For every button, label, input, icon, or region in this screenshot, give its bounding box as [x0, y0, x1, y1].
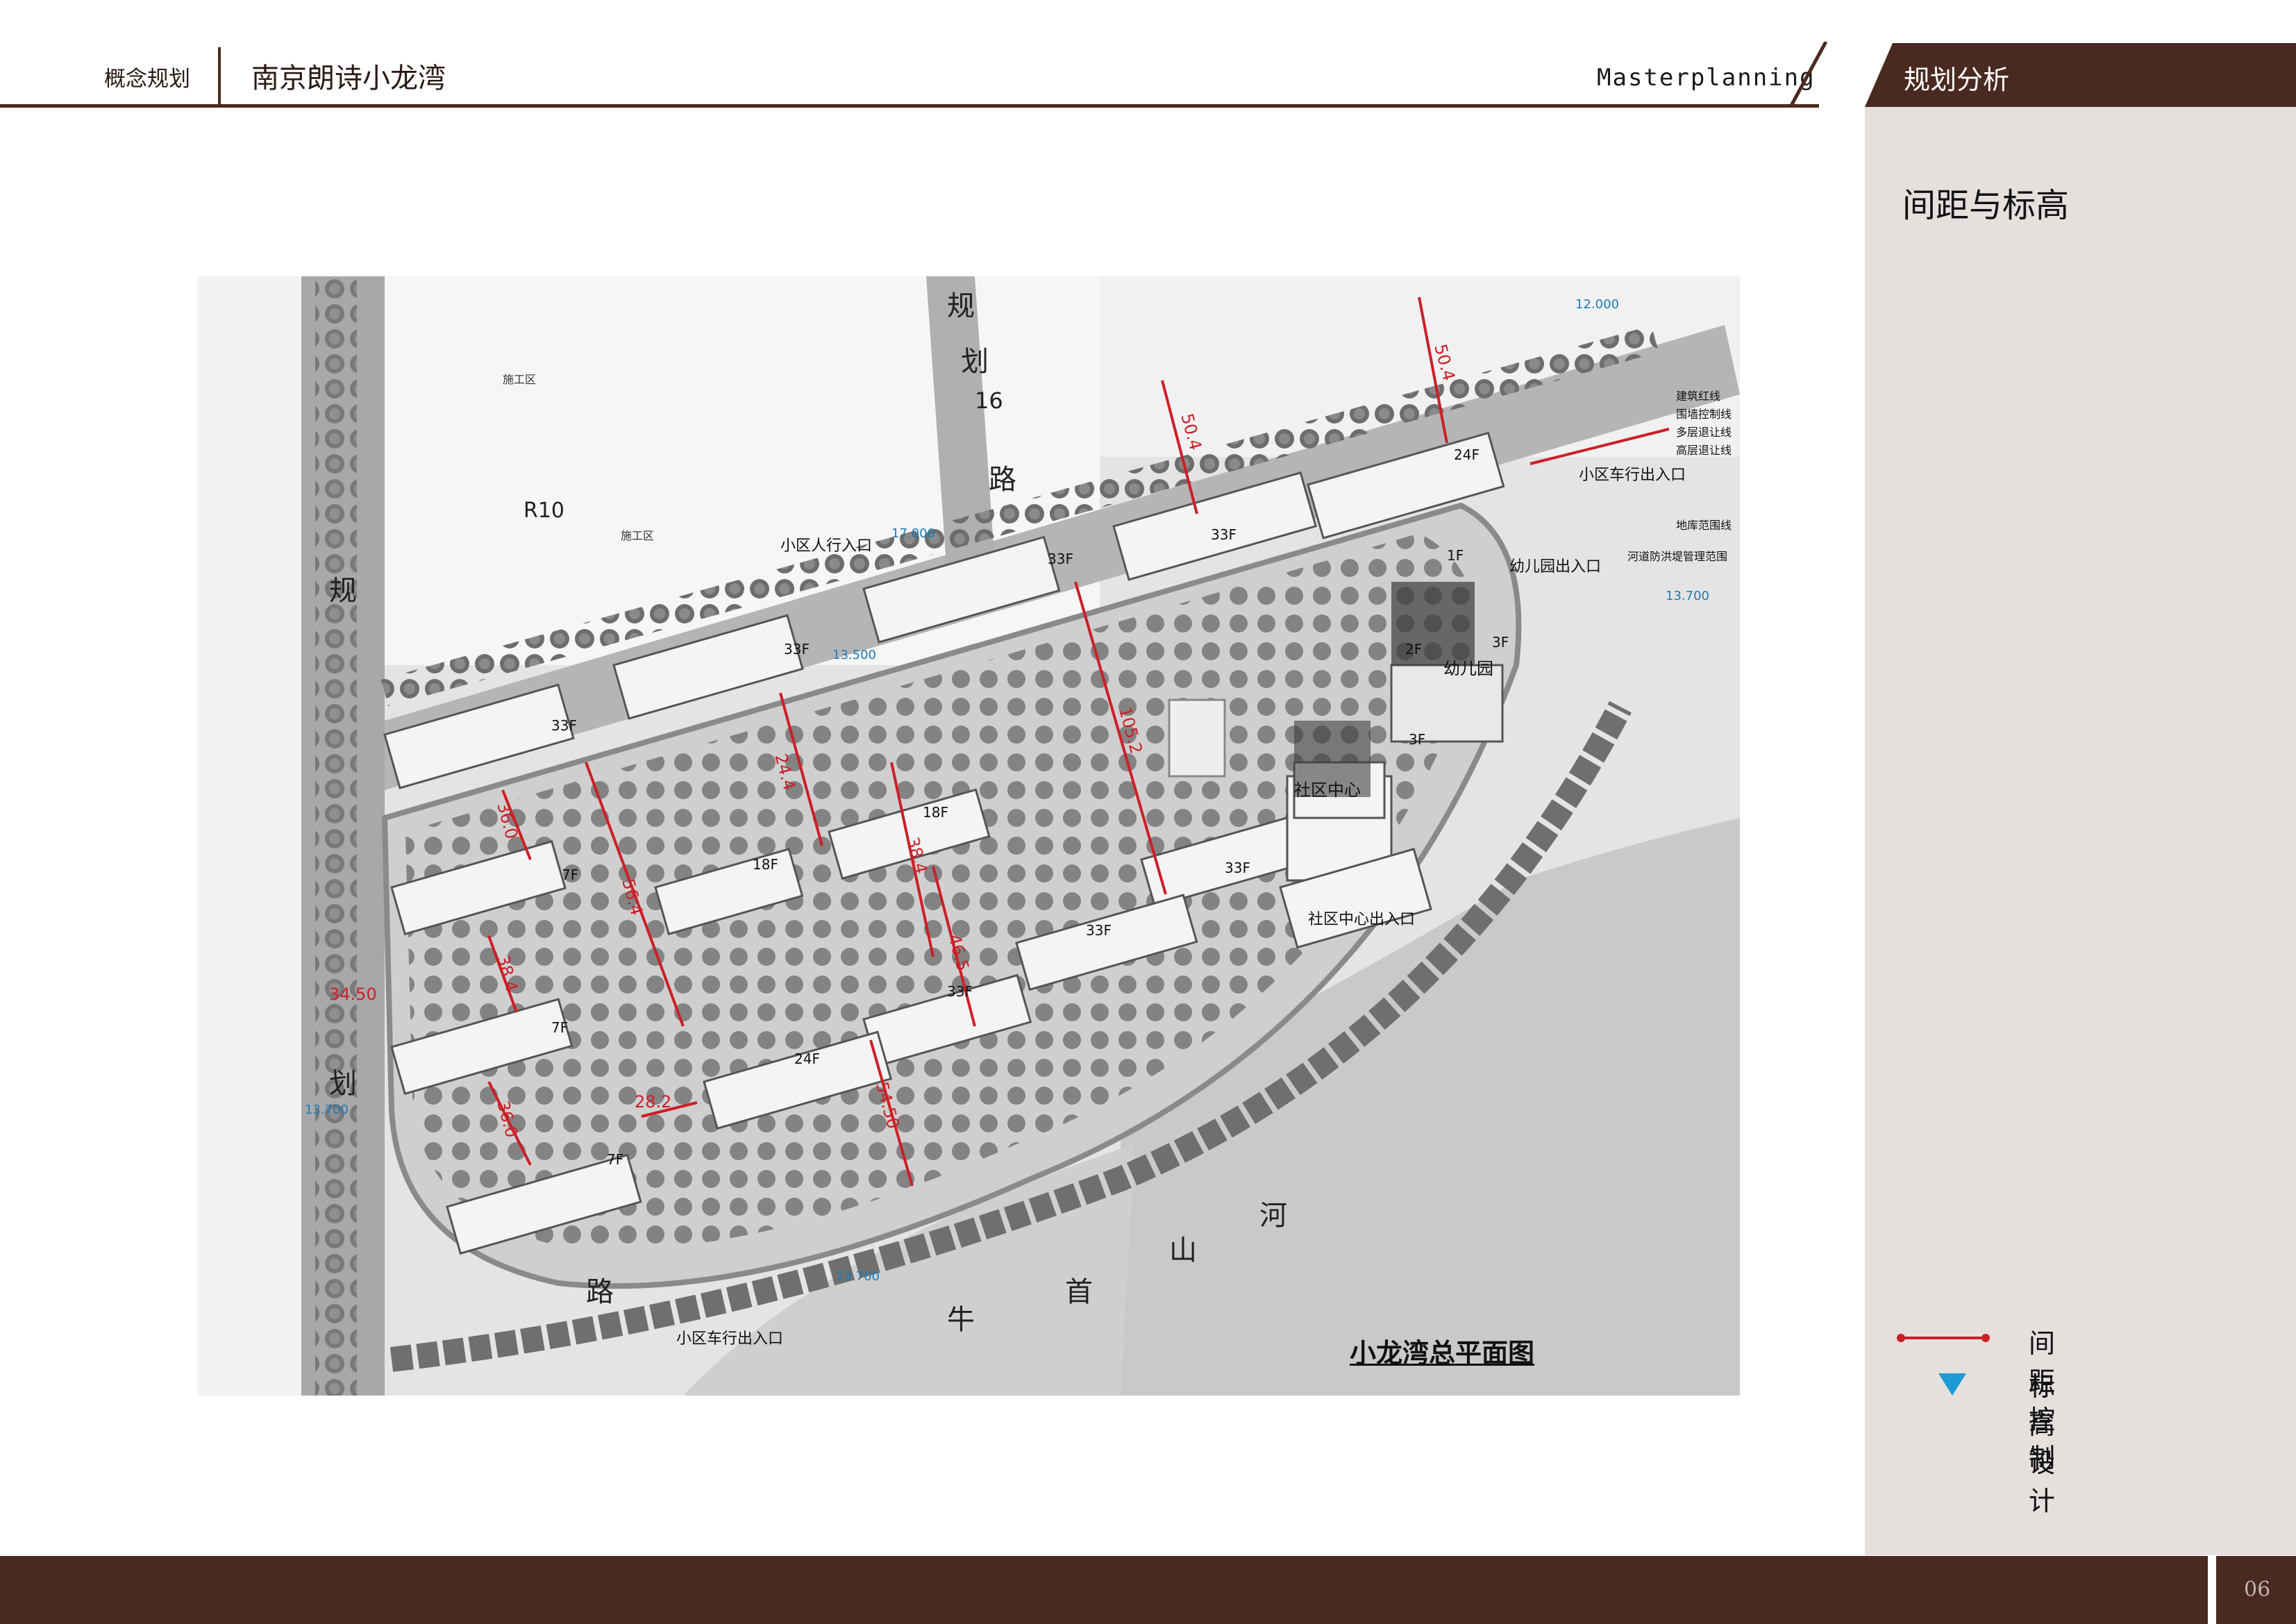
road-label: 规	[329, 575, 357, 607]
floor-label: 24F	[1454, 446, 1480, 463]
elevation-label: 17.000	[891, 526, 935, 541]
elevation-label: 13.700	[836, 1269, 880, 1284]
elevation-label: 13.700	[305, 1103, 349, 1117]
floor-label: 24F	[794, 1050, 820, 1067]
floor-label: 33F	[1048, 551, 1073, 567]
site-plan-drawing	[197, 276, 1740, 1396]
setback-note: 地库范围线	[1676, 519, 1732, 532]
floor-label: 7F	[551, 1019, 569, 1036]
site-plan-map: 规 划 16 路 R10 规 划 路 牛 首 山 河 小区人行入口 小区车行出入…	[197, 276, 1740, 1396]
entrance-label: 小区车行出入口	[1579, 467, 1686, 484]
river-label: 河	[1259, 1200, 1287, 1232]
legend-label-elevation: 标高设计	[2029, 1371, 2056, 1516]
setback-note: 多层退让线	[1676, 426, 1732, 439]
floor-label: 7F	[607, 1151, 624, 1168]
header-slash-divider	[1789, 42, 1828, 107]
river-label: 山	[1169, 1234, 1197, 1266]
floor-label: 33F	[1211, 526, 1237, 543]
floor-label: 33F	[784, 641, 810, 658]
floor-label: 2F	[1405, 641, 1423, 658]
distance-label: 34.50	[329, 985, 377, 1004]
road-label: 规	[947, 290, 975, 322]
entrance-label: 小区人行入口	[780, 537, 873, 555]
sidebar-tab-label: 规划分析	[1904, 65, 2010, 95]
setback-note: 河道防洪堤管理范围	[1627, 550, 1728, 563]
blue-triangle-icon	[1938, 1373, 1966, 1396]
header-separator	[218, 47, 221, 104]
elevation-label: 13.500	[832, 648, 876, 662]
river-label: 牛	[947, 1304, 975, 1336]
floor-label: 33F	[1225, 860, 1250, 876]
header-rule	[0, 104, 1819, 108]
map-caption: 小龙湾总平面图	[1350, 1338, 1535, 1368]
road-label: 划	[329, 1068, 357, 1100]
english-subtitle: Masterplanning	[1597, 64, 1816, 92]
construction-label: 施工区	[621, 529, 655, 542]
entrance-label: 幼儿园出入口	[1509, 558, 1602, 576]
sidebar-heading: 间距与标高	[1902, 186, 2070, 225]
floor-label: 7F	[562, 867, 579, 883]
road-label: 路	[586, 1276, 614, 1308]
road-label: R10	[523, 499, 565, 523]
river-label: 首	[1065, 1276, 1093, 1308]
floor-label: 33F	[1086, 922, 1112, 939]
floor-label: 33F	[551, 717, 577, 734]
distance-label: 28.2	[635, 1092, 672, 1112]
setback-note: 建筑红线	[1676, 390, 1721, 403]
project-title: 南京朗诗小龙湾	[251, 62, 446, 94]
red-distance-line-icon	[1897, 1334, 1990, 1342]
road-label: 16	[975, 387, 1003, 414]
setback-note: 围墙控制线	[1676, 408, 1732, 421]
setback-note: 高层退让线	[1676, 444, 1732, 457]
sidebar-tab-slant	[1865, 43, 1893, 107]
floor-label: 3F	[1409, 731, 1426, 748]
road-label: 划	[961, 346, 989, 378]
community-center-label: 社区中心	[1294, 780, 1361, 800]
entrance-label: 社区中心出入口	[1308, 911, 1416, 928]
page-number: 06	[2244, 1577, 2271, 1602]
section-label: 概念规划	[104, 67, 190, 92]
floor-label: 3F	[1492, 634, 1509, 651]
road-label: 路	[989, 464, 1016, 496]
entrance-label: 小区车行出入口	[676, 1330, 784, 1348]
floor-label: 33F	[947, 983, 973, 1000]
floor-label: 18F	[753, 856, 778, 873]
elevation-label: 13.700	[1666, 589, 1709, 603]
footer-bar	[0, 1556, 2208, 1624]
construction-label: 施工区	[503, 373, 537, 386]
floor-label: 1F	[1447, 547, 1464, 564]
kindergarten-label: 幼儿园	[1443, 659, 1493, 678]
elevation-label: 12.000	[1575, 297, 1619, 312]
floor-label: 18F	[923, 804, 948, 821]
setback-notes: 建筑红线 围墙控制线 多层退让线 高层退让线	[1676, 387, 1732, 460]
